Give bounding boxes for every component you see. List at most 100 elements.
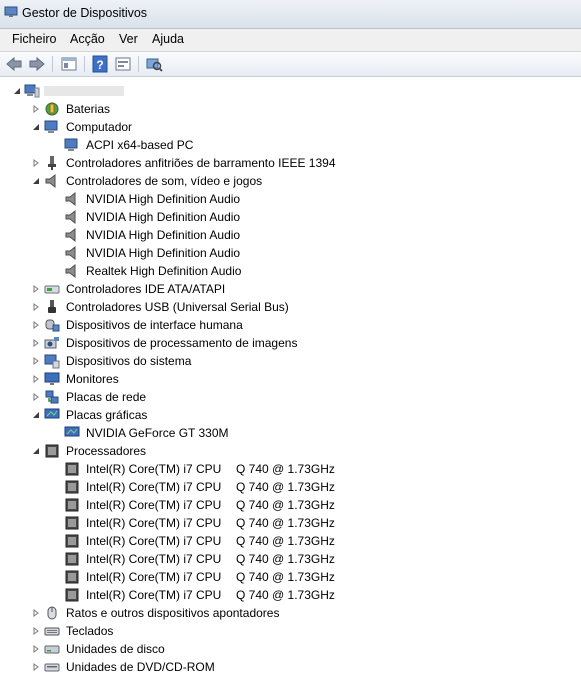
expand-arrow-icon[interactable] xyxy=(32,285,40,293)
tree-item[interactable]: Intel(R) Core(TM) i7 CPU Q 740 @ 1.73GHz xyxy=(0,478,581,496)
update-driver-icon[interactable] xyxy=(114,55,132,73)
tree-root[interactable] xyxy=(0,82,581,100)
expand-arrow-icon[interactable] xyxy=(32,609,40,617)
tree-item[interactable]: Dispositivos de interface humana xyxy=(0,316,581,334)
tree-item[interactable]: Baterias xyxy=(0,100,581,118)
toolbar: ? xyxy=(0,52,581,77)
tree-item-suffix: Q 740 @ 1.73GHz xyxy=(236,516,335,530)
camera-icon xyxy=(44,337,59,349)
tree-item[interactable]: Intel(R) Core(TM) i7 CPU Q 740 @ 1.73GHz xyxy=(0,514,581,532)
cpu-icon xyxy=(65,516,79,530)
tree-item[interactable]: Monitores xyxy=(0,370,581,388)
tree-item[interactable]: Controladores de som, vídeo e jogos xyxy=(0,172,581,190)
tree-item[interactable]: Intel(R) Core(TM) i7 CPU Q 740 @ 1.73GHz xyxy=(0,532,581,550)
menu-ajuda[interactable]: Ajuda xyxy=(150,32,186,46)
expand-arrow-icon[interactable] xyxy=(32,663,40,671)
tree-item-suffix: Q 740 @ 1.73GHz xyxy=(236,552,335,566)
tree-item[interactable]: Intel(R) Core(TM) i7 CPU Q 740 @ 1.73GHz xyxy=(0,586,581,604)
menu-ver[interactable]: Ver xyxy=(117,32,140,46)
tree-item[interactable]: Realtek High Definition Audio xyxy=(0,262,581,280)
tree-item-label: Controladores de som, vídeo e jogos xyxy=(66,174,263,188)
tree-item[interactable]: Controladores IDE ATA/ATAPI xyxy=(0,280,581,298)
tree-item[interactable]: Placas de rede xyxy=(0,388,581,406)
tree-item-label: Intel(R) Core(TM) i7 CPU xyxy=(86,570,222,584)
monitor-icon xyxy=(44,372,60,385)
tree-item[interactable]: ACPI x64-based PC xyxy=(0,136,581,154)
tree-item[interactable]: Ratos e outros dispositivos apontadores xyxy=(0,604,581,622)
cpu-icon xyxy=(65,480,79,494)
scan-hardware-icon[interactable] xyxy=(145,55,163,73)
expand-arrow-icon[interactable] xyxy=(32,375,40,383)
tree-item[interactable]: Controladores USB (Universal Serial Bus) xyxy=(0,298,581,316)
tree-item-suffix: Q 740 @ 1.73GHz xyxy=(236,534,335,548)
collapse-arrow-icon[interactable] xyxy=(32,447,40,455)
tree-item-label: ACPI x64-based PC xyxy=(86,138,194,152)
display-icon xyxy=(64,426,80,437)
tree-item[interactable]: Unidades de DVD/CD-ROM xyxy=(0,658,581,676)
properties-icon[interactable] xyxy=(60,55,78,73)
collapse-arrow-icon[interactable] xyxy=(32,411,40,419)
expand-arrow-icon[interactable] xyxy=(32,339,40,347)
menu-accao[interactable]: Acção xyxy=(68,32,107,46)
expand-arrow-icon[interactable] xyxy=(32,105,40,113)
back-icon[interactable] xyxy=(5,55,23,73)
expand-arrow-icon[interactable] xyxy=(32,357,40,365)
battery-icon xyxy=(45,102,59,116)
tree-item-suffix: Q 740 @ 1.73GHz xyxy=(236,480,335,494)
tree-item-label: Intel(R) Core(TM) i7 CPU xyxy=(86,588,222,602)
tree-item[interactable]: NVIDIA High Definition Audio xyxy=(0,190,581,208)
expand-arrow-icon[interactable] xyxy=(32,393,40,401)
tree-item[interactable]: Dispositivos de processamento de imagens xyxy=(0,334,581,352)
menu-ficheiro[interactable]: Ficheiro xyxy=(10,32,58,46)
tree-item[interactable]: Intel(R) Core(TM) i7 CPU Q 740 @ 1.73GHz xyxy=(0,550,581,568)
expand-arrow-icon[interactable] xyxy=(32,159,40,167)
tree-item-label: Teclados xyxy=(66,624,114,638)
tree-item-label: Intel(R) Core(TM) i7 CPU xyxy=(86,552,222,566)
tree-item[interactable]: Teclados xyxy=(0,622,581,640)
tree-item-label: Monitores xyxy=(66,372,119,386)
title-bar[interactable]: Gestor de Dispositivos xyxy=(0,0,581,29)
expand-arrow-icon[interactable] xyxy=(32,627,40,635)
tree-item[interactable]: NVIDIA High Definition Audio xyxy=(0,208,581,226)
expand-arrow-icon[interactable] xyxy=(32,321,40,329)
tree-item-suffix: Q 740 @ 1.73GHz xyxy=(236,462,335,476)
tree-item[interactable]: Computador xyxy=(0,118,581,136)
ide-icon xyxy=(44,285,60,294)
tree-item[interactable]: NVIDIA High Definition Audio xyxy=(0,244,581,262)
tree-item[interactable]: Placas gráficas xyxy=(0,406,581,424)
speaker-icon xyxy=(65,263,76,279)
tree-item-label: Placas gráficas xyxy=(66,408,148,422)
tree-item-label: Intel(R) Core(TM) i7 CPU xyxy=(86,534,222,548)
tree-item-label: Intel(R) Core(TM) i7 CPU xyxy=(86,462,222,476)
tree-item[interactable]: Intel(R) Core(TM) i7 CPU Q 740 @ 1.73GHz xyxy=(0,496,581,514)
display-icon xyxy=(44,408,60,419)
tree-item-label: Intel(R) Core(TM) i7 CPU xyxy=(86,516,222,530)
tree-item[interactable]: Controladores anfitriões de barramento I… xyxy=(0,154,581,172)
tree-item[interactable]: NVIDIA High Definition Audio xyxy=(0,226,581,244)
tree-item[interactable]: Processadores xyxy=(0,442,581,460)
svg-text:?: ? xyxy=(96,58,103,72)
tree-item[interactable]: NVIDIA GeForce GT 330M xyxy=(0,424,581,442)
expand-arrow-icon[interactable] xyxy=(32,303,40,311)
tree-item[interactable]: Dispositivos do sistema xyxy=(0,352,581,370)
tree-item-suffix: Q 740 @ 1.73GHz xyxy=(236,570,335,584)
forward-icon[interactable] xyxy=(28,55,46,73)
tree-item-label: Baterias xyxy=(66,102,111,116)
collapse-arrow-icon[interactable] xyxy=(32,177,40,185)
tree-item-label: Processadores xyxy=(66,444,147,458)
cpu-icon xyxy=(65,552,79,566)
collapse-arrow-icon[interactable] xyxy=(13,87,21,95)
tree-item[interactable]: Unidades de disco xyxy=(0,640,581,658)
collapse-arrow-icon[interactable] xyxy=(32,123,40,131)
help-icon[interactable]: ? xyxy=(91,55,109,73)
toolbar-separator xyxy=(52,56,53,72)
cpu-icon xyxy=(65,498,79,512)
expand-arrow-icon[interactable] xyxy=(32,645,40,653)
usb-icon xyxy=(48,300,56,313)
tree-item[interactable]: Intel(R) Core(TM) i7 CPU Q 740 @ 1.73GHz xyxy=(0,460,581,478)
ieee1394-icon xyxy=(48,156,56,170)
tree-item[interactable]: Intel(R) Core(TM) i7 CPU Q 740 @ 1.73GHz xyxy=(0,568,581,586)
keyboard-icon xyxy=(44,627,60,636)
computer-name-redacted xyxy=(44,86,124,96)
menu-bar: Ficheiro Acção Ver Ajuda xyxy=(0,29,581,52)
